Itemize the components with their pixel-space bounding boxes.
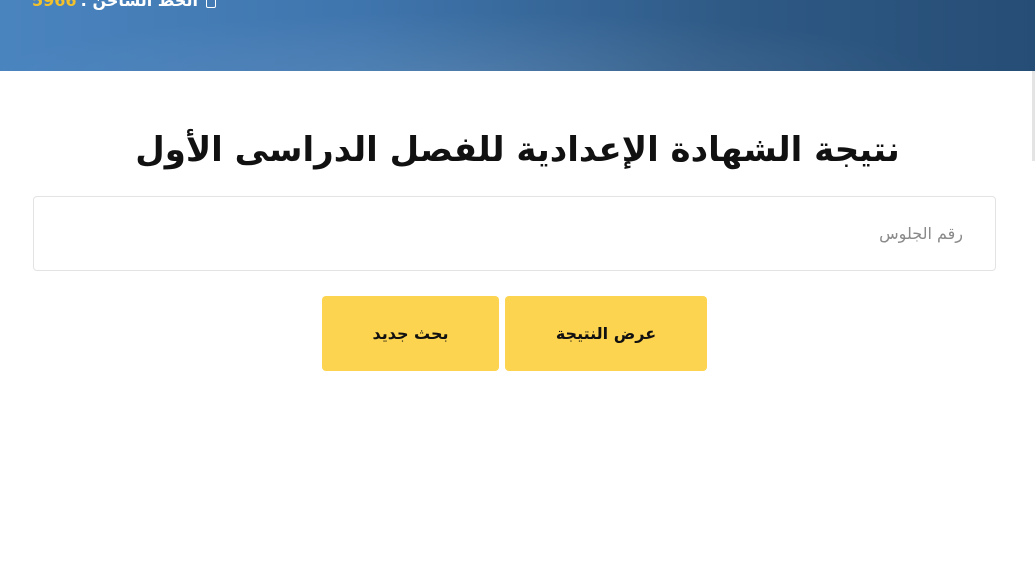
show-result-button[interactable]: عرض النتيجة: [505, 296, 707, 371]
hotline[interactable]: الخط الساخن : 5966: [32, 0, 216, 10]
phone-icon: [205, 0, 216, 8]
page-title: نتيجة الشهادة الإعدادية للفصل الدراسى ال…: [135, 130, 900, 170]
hotline-label: الخط الساخن :: [80, 0, 198, 10]
new-search-button[interactable]: بحث جديد: [322, 296, 499, 371]
hero-banner: الخط الساخن : 5966: [0, 0, 1035, 71]
seat-number-input[interactable]: [33, 196, 996, 271]
hotline-number: 5966: [32, 0, 77, 10]
page: الخط الساخن : 5966 نتيجة الشهادة الإعداد…: [0, 0, 1035, 582]
